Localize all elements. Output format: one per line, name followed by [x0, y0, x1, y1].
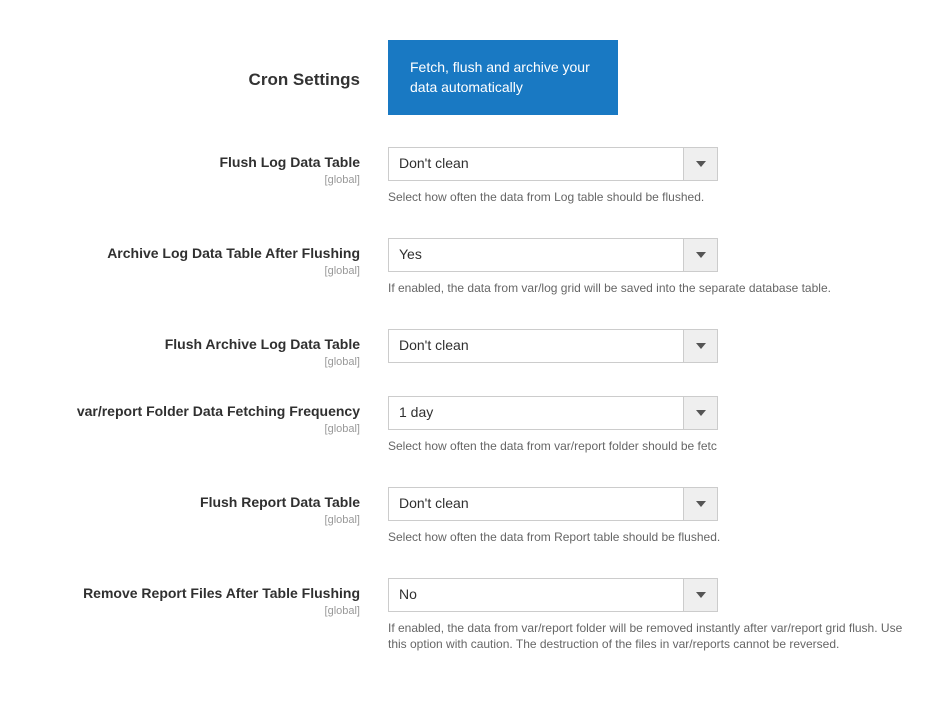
scope-label: [global] [0, 605, 360, 617]
archive-log-note: If enabled, the data from var/log grid w… [388, 280, 908, 297]
dropdown-arrow-icon [683, 488, 717, 520]
remove-report-note: If enabled, the data from var/report fol… [388, 620, 908, 654]
flush-report-note: Select how often the data from Report ta… [388, 529, 908, 546]
scope-label: [global] [0, 423, 360, 435]
remove-report-select[interactable]: No [388, 578, 718, 612]
report-freq-select[interactable]: 1 day [388, 396, 718, 430]
dropdown-arrow-icon [683, 239, 717, 271]
flush-archive-select[interactable]: Don't clean [388, 329, 718, 363]
report-freq-label: var/report Folder Data Fetching Frequenc… [0, 402, 360, 420]
dropdown-arrow-icon [683, 579, 717, 611]
section-title: Cron Settings [0, 46, 360, 90]
flush-report-value: Don't clean [389, 488, 683, 520]
dropdown-arrow-icon [683, 330, 717, 362]
flush-report-label: Flush Report Data Table [0, 493, 360, 511]
report-freq-value: 1 day [389, 397, 683, 429]
scope-label: [global] [0, 356, 360, 368]
remove-report-value: No [389, 579, 683, 611]
archive-log-label: Archive Log Data Table After Flushing [0, 244, 360, 262]
flush-log-label: Flush Log Data Table [0, 153, 360, 171]
report-freq-note: Select how often the data from var/repor… [388, 438, 908, 455]
dropdown-arrow-icon [683, 148, 717, 180]
scope-label: [global] [0, 265, 360, 277]
flush-log-select[interactable]: Don't clean [388, 147, 718, 181]
scope-label: [global] [0, 514, 360, 526]
remove-report-label: Remove Report Files After Table Flushing [0, 584, 360, 602]
scope-label: [global] [0, 174, 360, 186]
archive-log-value: Yes [389, 239, 683, 271]
dropdown-arrow-icon [683, 397, 717, 429]
section-banner: Fetch, flush and archive your data autom… [388, 40, 618, 115]
archive-log-select[interactable]: Yes [388, 238, 718, 272]
flush-archive-label: Flush Archive Log Data Table [0, 335, 360, 353]
flush-archive-value: Don't clean [389, 330, 683, 362]
flush-log-note: Select how often the data from Log table… [388, 189, 908, 206]
flush-report-select[interactable]: Don't clean [388, 487, 718, 521]
flush-log-value: Don't clean [389, 148, 683, 180]
